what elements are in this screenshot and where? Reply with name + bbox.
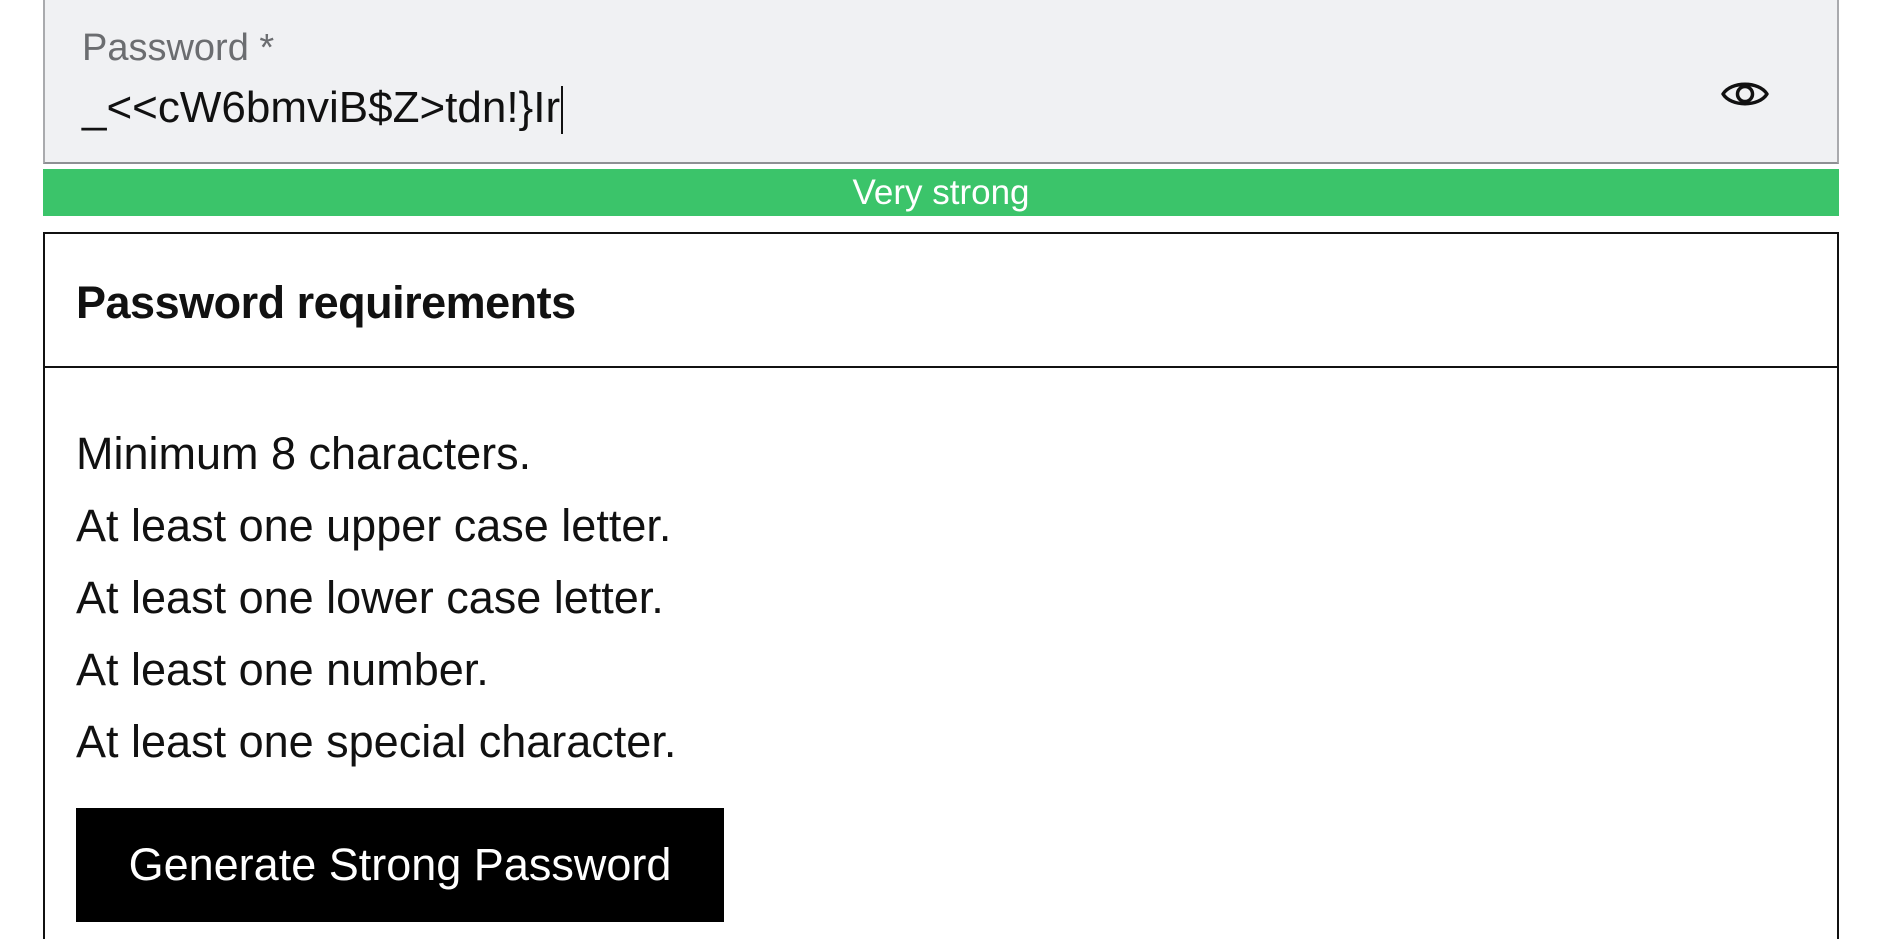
password-field[interactable]: Password * _<<cW6bmviB$Z>tdn!}Ir [43,0,1839,164]
requirements-title: Password requirements [76,277,576,328]
password-value: _<<cW6bmviB$Z>tdn!}Ir [82,83,561,132]
requirement-min-length: Minimum 8 characters. [76,428,532,479]
show-password-button[interactable] [1719,72,1771,116]
text-caret [561,86,564,135]
generate-strong-password-button[interactable]: Generate Strong Password [76,808,724,922]
requirement-special: At least one special character. [76,716,677,767]
requirement-uppercase: At least one upper case letter. [76,500,672,551]
requirement-number: At least one number. [76,644,489,695]
strength-label: Very strong [852,173,1030,212]
eye-icon [1721,82,1769,106]
password-requirements-panel: Password requirements Minimum 8 characte… [43,232,1839,939]
password-input[interactable]: _<<cW6bmviB$Z>tdn!}Ir [82,80,564,136]
requirement-lowercase: At least one lower case letter. [76,572,664,623]
page: Password * _<<cW6bmviB$Z>tdn!}Ir Very st… [0,0,1884,939]
requirements-list: Minimum 8 characters. At least one upper… [76,418,676,778]
password-strength-meter: Very strong [43,169,1839,216]
requirements-header: Password requirements [45,234,1837,368]
password-label: Password * [82,27,275,69]
